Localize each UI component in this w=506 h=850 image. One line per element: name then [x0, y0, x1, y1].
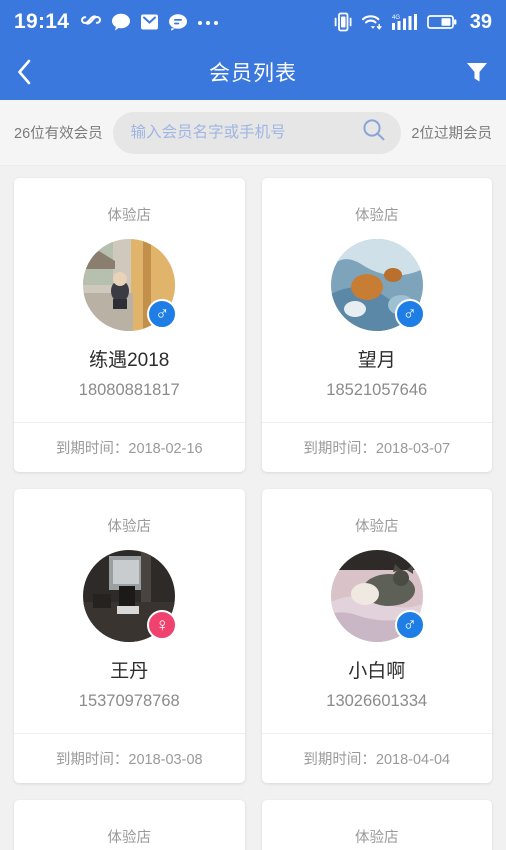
member-card[interactable]: 体验店: [261, 489, 492, 783]
member-card[interactable]: 体验店 ♂: [261, 800, 492, 850]
infinity-icon: [80, 15, 102, 29]
member-card[interactable]: 体验店 ♂ 望月 18521057646 到期时间：2018-03-07: [261, 178, 492, 472]
search-input[interactable]: [130, 123, 358, 142]
member-expiry: 到期时间：2018-03-07: [261, 422, 492, 472]
page-title: 会员列表: [209, 62, 297, 85]
mail-icon: [140, 13, 159, 31]
member-name: 王丹: [110, 661, 149, 682]
member-expiry: 到期时间：2018-04-04: [261, 733, 492, 783]
battery-percentage: 39: [469, 10, 492, 33]
member-card-grid: 体验店 ♂ 练遇2018 18080881817 到期时间：2018-02-16…: [14, 178, 492, 850]
search-box[interactable]: [112, 111, 402, 154]
gender-badge-female: ♀: [147, 610, 178, 640]
filter-button[interactable]: [456, 52, 490, 92]
member-store-label: 体验店: [107, 208, 152, 224]
expired-member-count[interactable]: 2位过期会员: [411, 122, 492, 143]
member-card[interactable]: 体验店 ♂: [14, 800, 245, 850]
avatar[interactable]: ♀: [83, 550, 178, 642]
member-store-label: 体验店: [355, 519, 399, 535]
member-list-scroll-area[interactable]: 体验店 ♂ 练遇2018 18080881817 到期时间：2018-02-16…: [0, 166, 506, 850]
gender-badge-male: ♂: [394, 299, 425, 329]
back-button[interactable]: [16, 52, 50, 92]
member-card[interactable]: 体验店: [14, 178, 245, 472]
member-store-label: 体验店: [355, 830, 399, 846]
svg-text:4G: 4G: [392, 15, 400, 21]
member-name: 小白啊: [348, 661, 406, 682]
message-icon: [168, 13, 188, 31]
valid-member-count[interactable]: 26位有效会员: [14, 122, 103, 143]
search-icon[interactable]: [361, 117, 387, 148]
avatar[interactable]: ♂: [83, 239, 178, 331]
member-store-label: 体验店: [107, 519, 152, 535]
signal-4g-icon: 4G: [391, 12, 418, 32]
status-bar-notification-icons: [80, 13, 219, 31]
app-header: 会员列表: [0, 44, 506, 100]
avatar[interactable]: ♂: [330, 239, 425, 331]
member-store-label: 体验店: [355, 208, 399, 224]
member-list-screen: 19:14 4G 39 会员列表 26位有效会员 输入会员名字或手机号 2位过期…: [0, 0, 506, 850]
member-name: 望月: [357, 350, 396, 371]
funnel-icon: [467, 63, 487, 82]
gender-badge-male: ♂: [394, 610, 425, 640]
wifi-icon: [361, 13, 383, 31]
member-phone: 18080881817: [78, 381, 180, 399]
chevron-left-icon: [18, 59, 31, 85]
member-name: 练遇2018: [89, 350, 170, 371]
chat-bubble-icon: [111, 13, 131, 31]
status-bar-clock: 19:14: [14, 10, 70, 33]
status-bar: 19:14 4G 39: [0, 0, 506, 44]
avatar[interactable]: ♂: [330, 550, 425, 642]
member-phone: 18521057646: [326, 381, 428, 399]
vibrate-icon: [334, 12, 352, 32]
battery-icon: [426, 14, 457, 30]
member-store-label: 体验店: [107, 830, 152, 846]
member-expiry: 到期时间：2018-03-08: [14, 733, 245, 783]
member-card[interactable]: 体验店 ♀ 王丹 15370978768 到期时间：2018-03-08: [14, 489, 245, 783]
member-phone: 13026601334: [326, 692, 428, 710]
member-expiry: 到期时间：2018-02-16: [14, 422, 245, 472]
more-dots-icon: [197, 18, 219, 26]
gender-badge-male: ♂: [147, 299, 178, 329]
member-phone: 15370978768: [78, 692, 180, 710]
member-filter-bar: 26位有效会员 2位过期会员: [0, 100, 506, 166]
status-bar-system-icons: 4G 39: [334, 11, 492, 34]
